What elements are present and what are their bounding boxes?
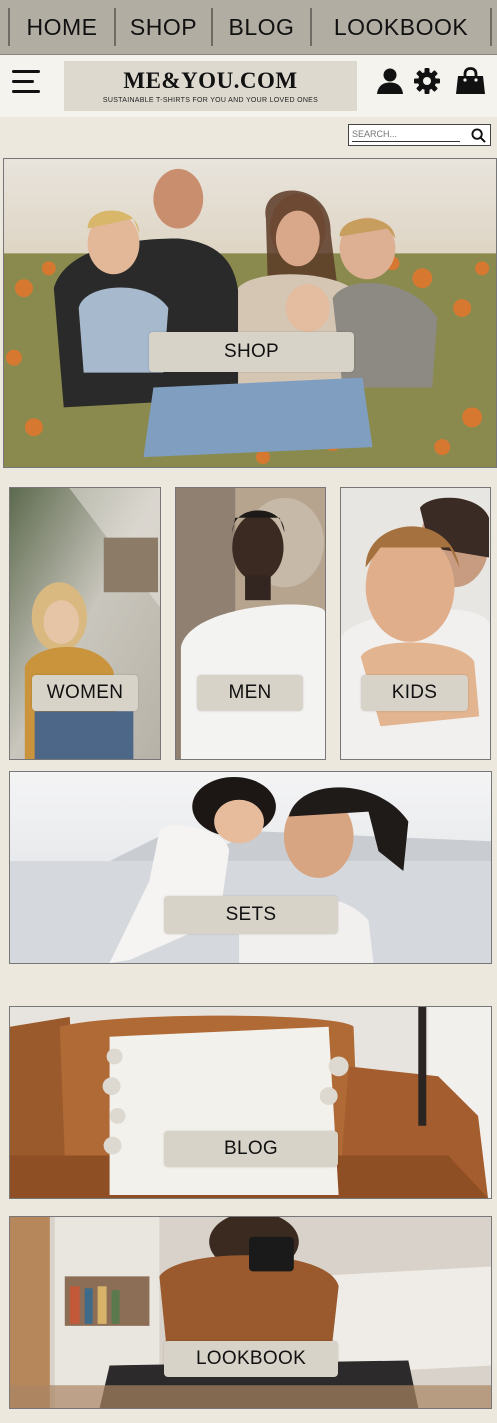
logo-tagline: SUSTAINABLE T-SHIRTS FOR YOU AND YOUR LO…	[102, 97, 319, 104]
nav-blog-link[interactable]: BLOG	[211, 8, 312, 46]
category-women-tile[interactable]: WOMEN	[9, 487, 161, 760]
family-photo	[4, 159, 496, 467]
shop-button[interactable]: SHOP	[149, 332, 354, 372]
nav-lookbook-link[interactable]: LOOKBOOK	[310, 8, 492, 46]
sets-button[interactable]: SETS	[164, 896, 338, 934]
kids-button[interactable]: KIDS	[361, 675, 468, 711]
lookbook-photo	[10, 1217, 491, 1408]
top-navigation: HOME SHOP BLOG LOOKBOOK	[0, 0, 497, 56]
men-button[interactable]: MEN	[197, 675, 303, 711]
category-kids-tile[interactable]: KIDS	[340, 487, 491, 760]
search-box	[348, 124, 491, 146]
shopping-bag-icon[interactable]	[455, 67, 486, 95]
sets-tile[interactable]: SETS	[9, 771, 492, 964]
hamburger-icon[interactable]	[12, 70, 40, 94]
user-icon[interactable]	[376, 67, 404, 95]
site-header: ME&YOU.COM SUSTAINABLE T-SHIRTS FOR YOU …	[0, 55, 497, 117]
nav-shop-link[interactable]: SHOP	[114, 8, 213, 46]
lookbook-button[interactable]: LOOKBOOK	[164, 1341, 338, 1377]
search-icon[interactable]	[471, 128, 486, 143]
category-men-tile[interactable]: MEN	[175, 487, 326, 760]
kids-photo	[341, 488, 490, 759]
logo[interactable]: ME&YOU.COM SUSTAINABLE T-SHIRTS FOR YOU …	[64, 61, 357, 111]
nav-home-link[interactable]: HOME	[8, 8, 116, 46]
hero-banner[interactable]: SHOP	[3, 158, 497, 468]
blog-photo	[10, 1007, 491, 1198]
women-button[interactable]: WOMEN	[32, 675, 138, 711]
sets-photo	[10, 772, 491, 963]
blog-tile[interactable]: BLOG	[9, 1006, 492, 1199]
women-photo	[10, 488, 160, 759]
gear-icon[interactable]	[413, 67, 441, 95]
men-photo	[176, 488, 325, 759]
logo-title: ME&YOU.COM	[123, 68, 298, 93]
search-input[interactable]	[352, 127, 460, 142]
lookbook-tile[interactable]: LOOKBOOK	[9, 1216, 492, 1409]
blog-button[interactable]: BLOG	[164, 1131, 338, 1167]
